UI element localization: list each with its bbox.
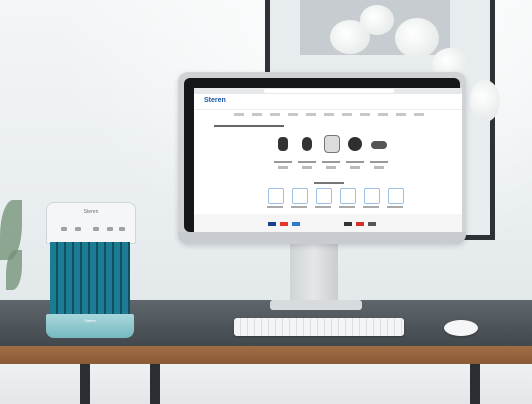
category-icon — [340, 188, 356, 204]
site-nav — [234, 113, 424, 116]
product-camera — [344, 133, 366, 155]
monitor-stand-neck — [290, 244, 338, 304]
camera-shape — [324, 135, 340, 153]
category-icon — [388, 188, 404, 204]
control-button — [61, 227, 67, 231]
flower — [470, 80, 500, 122]
category-label — [315, 206, 331, 208]
product-price — [370, 161, 388, 163]
product-camera — [272, 133, 294, 155]
category-label — [387, 206, 403, 208]
product-button — [302, 166, 312, 169]
product-button — [374, 166, 384, 169]
payment-logo — [356, 222, 364, 226]
desk-leg — [470, 364, 480, 404]
product-price — [274, 161, 292, 163]
category-label — [267, 206, 283, 208]
desk-leg — [150, 364, 160, 404]
keyboard — [234, 318, 404, 336]
category-title — [314, 182, 344, 184]
camera-shape — [371, 141, 387, 149]
monitor: Steren — [178, 72, 466, 244]
control-button — [107, 227, 113, 231]
product-camera — [320, 133, 342, 155]
url-bar — [264, 89, 394, 93]
product-button — [326, 166, 336, 169]
air-cooler: Steren Steren — [46, 202, 136, 338]
product-button — [350, 166, 360, 169]
desk-edge — [0, 346, 532, 364]
office-desk-scene: Steren Steren Steren — [0, 0, 532, 404]
category-label — [363, 206, 379, 208]
payment-logo — [344, 222, 352, 226]
cooler-grille — [50, 242, 130, 314]
flower — [395, 18, 439, 58]
monitor-screen: Steren — [194, 88, 462, 234]
flower — [360, 5, 394, 35]
control-button — [93, 227, 99, 231]
product-camera — [368, 133, 390, 155]
site-footer — [194, 214, 462, 234]
section-title — [214, 125, 284, 127]
product-price — [322, 161, 340, 163]
payment-logo — [280, 222, 288, 226]
camera-shape — [348, 137, 362, 151]
category-icon — [292, 188, 308, 204]
payment-logo — [292, 222, 300, 226]
category-icon — [316, 188, 332, 204]
cooler-control-panel: Steren — [46, 202, 136, 244]
payment-logo — [368, 222, 376, 226]
product-price — [346, 161, 364, 163]
control-button — [119, 227, 125, 231]
product-price — [298, 161, 316, 163]
cooler-tank-logo: Steren — [84, 318, 96, 323]
browser-toolbar — [194, 88, 462, 94]
category-icon — [268, 188, 284, 204]
mouse — [444, 320, 478, 336]
control-button — [75, 227, 81, 231]
desk-leg — [80, 364, 90, 404]
payment-logo — [268, 222, 276, 226]
monitor-stand-base — [270, 300, 362, 310]
camera-shape — [302, 137, 312, 151]
site-logo: Steren — [204, 97, 226, 104]
product-camera — [296, 133, 318, 155]
product-button — [278, 166, 288, 169]
category-label — [291, 206, 307, 208]
category-label — [339, 206, 355, 208]
monitor-bezel: Steren — [184, 78, 462, 234]
camera-shape — [278, 137, 288, 151]
category-icon — [364, 188, 380, 204]
cooler-brand-label: Steren — [83, 209, 99, 215]
site-header — [194, 95, 462, 110]
monitor-chin — [178, 232, 466, 244]
